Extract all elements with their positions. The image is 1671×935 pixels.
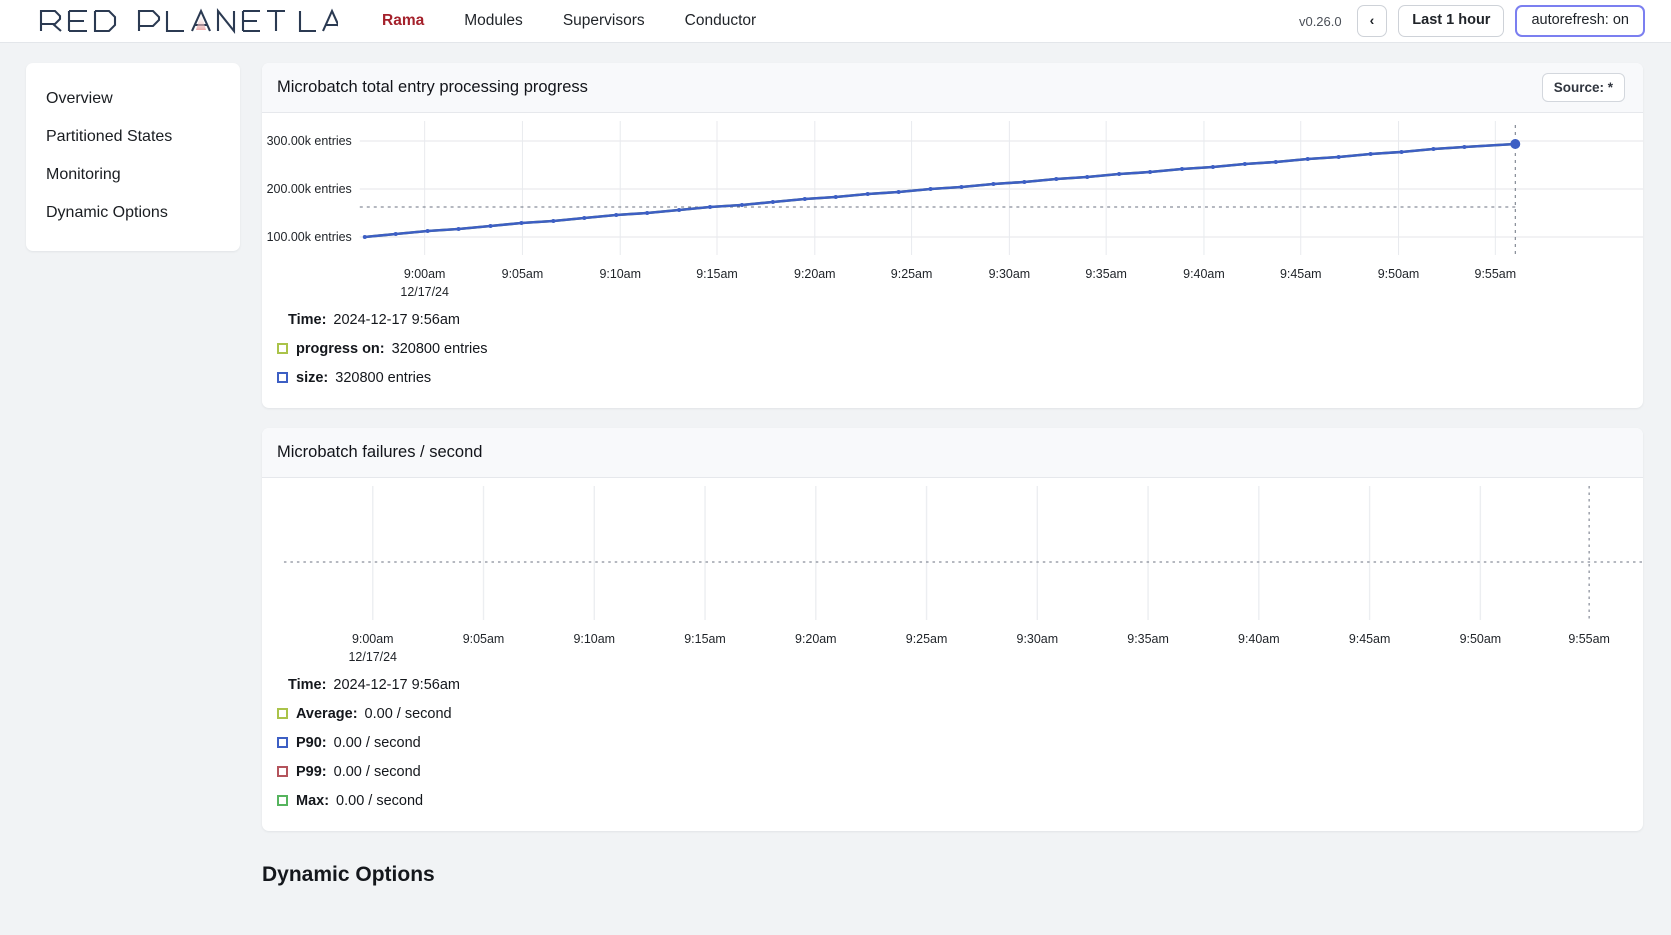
- readout-label: size:: [296, 369, 329, 386]
- xtick-label: 9:20am: [794, 267, 836, 281]
- readout-value: 2024-12-17 9:56am: [333, 676, 460, 693]
- top-navbar: Rama Modules Supervisors Conductor v0.26…: [0, 0, 1671, 43]
- xtick-label: 9:40am: [1183, 267, 1225, 281]
- main-content: Microbatch total entry processing progre…: [262, 63, 1643, 887]
- card-microbatch-progress: Microbatch total entry processing progre…: [262, 63, 1643, 408]
- readout-value: 320800 entries: [391, 340, 488, 357]
- sidebar-item-dynamic-options[interactable]: Dynamic Options: [26, 194, 240, 232]
- chart-readout-progress: Time: 2024-12-17 9:56am progress on: 320…: [262, 303, 1643, 408]
- xtick-label: 9:00am: [404, 267, 446, 281]
- readout-label: Average:: [296, 705, 358, 722]
- version-label: v0.26.0: [1298, 13, 1342, 29]
- readout-value: 320800 entries: [335, 369, 432, 386]
- readout-p90-row[interactable]: P90: 0.00 / second: [262, 728, 1643, 757]
- card-title: Microbatch failures / second: [277, 443, 483, 461]
- xtick-label: 9:55am: [1568, 632, 1610, 646]
- readout-average-row[interactable]: Average: 0.00 / second: [262, 699, 1643, 728]
- xtick-label: 9:15am: [696, 267, 738, 281]
- nav-link-rama[interactable]: Rama: [362, 8, 444, 34]
- readout-label: P99:: [296, 763, 327, 780]
- series-swatch-p90-icon[interactable]: [277, 737, 288, 748]
- readout-label: Time:: [288, 676, 327, 693]
- xtick-label: 9:45am: [1349, 632, 1391, 646]
- card-microbatch-failures: Microbatch failures / second 9:00am 9:05…: [262, 428, 1643, 831]
- primary-nav: Rama Modules Supervisors Conductor: [362, 8, 776, 34]
- xtick-label: 9:00am: [352, 632, 394, 646]
- chart-xtick-labels: 9:00am 9:05am 9:10am 9:15am 9:20am 9:25a…: [400, 267, 1516, 299]
- xtick-label: 9:15am: [684, 632, 726, 646]
- readout-value: 0.00 / second: [333, 734, 421, 751]
- readout-label: Time:: [288, 311, 327, 328]
- sidebar-item-partitioned-states[interactable]: Partitioned States: [26, 118, 240, 156]
- chart-date-label: 12/17/24: [349, 650, 398, 664]
- readout-value: 0.00 / second: [333, 763, 421, 780]
- series-swatch-max-icon[interactable]: [277, 795, 288, 806]
- readout-time-row: Time: 2024-12-17 9:56am: [262, 670, 1643, 699]
- xtick-label: 9:30am: [989, 267, 1031, 281]
- chart-ytick-labels: 300.00k entries 200.00k entries 100.00k …: [267, 134, 352, 244]
- autorefresh-toggle-button[interactable]: autorefresh: on: [1515, 5, 1645, 37]
- nav-link-conductor[interactable]: Conductor: [665, 8, 777, 34]
- red-planet-labs-logo-icon: [39, 8, 338, 34]
- navbar-right-controls: v0.26.0 ‹ Last 1 hour autorefresh: on: [1299, 5, 1645, 37]
- readout-value: 2024-12-17 9:56am: [333, 311, 460, 328]
- chart-date-label: 12/17/24: [400, 285, 449, 299]
- chart-progress-svg: 300.00k entries 200.00k entries 100.00k …: [267, 121, 1643, 299]
- series-swatch-average-icon[interactable]: [277, 708, 288, 719]
- chart-gridlines-vertical: [372, 486, 1482, 620]
- xtick-label: 9:45am: [1280, 267, 1322, 281]
- previous-range-button[interactable]: ‹: [1356, 5, 1388, 37]
- series-swatch-p99-icon[interactable]: [277, 766, 288, 777]
- xtick-label: 9:25am: [891, 267, 933, 281]
- xtick-label: 9:25am: [906, 632, 948, 646]
- readout-value: 0.00 / second: [364, 705, 452, 722]
- chart-failures-svg: 9:00am 9:05am 9:10am 9:15am 9:20am 9:25a…: [283, 486, 1643, 664]
- xtick-label: 9:35am: [1085, 267, 1127, 281]
- xtick-label: 9:05am: [463, 632, 505, 646]
- card-title: Microbatch total entry processing progre…: [277, 78, 588, 96]
- section-title-dynamic-options: Dynamic Options: [262, 863, 435, 886]
- chart-progress[interactable]: 300.00k entries 200.00k entries 100.00k …: [262, 113, 1643, 303]
- xtick-label: 9:10am: [574, 632, 616, 646]
- xtick-label: 9:50am: [1378, 267, 1420, 281]
- ytick-label: 300.00k entries: [267, 134, 352, 148]
- sidebar-item-overview[interactable]: Overview: [26, 80, 240, 118]
- readout-label: P90:: [296, 734, 327, 751]
- page-body: Overview Partitioned States Monitoring D…: [0, 43, 1671, 935]
- series-size-line: [364, 142, 1516, 239]
- chart-active-point: [1510, 139, 1521, 149]
- sidebar-item-monitoring[interactable]: Monitoring: [26, 156, 240, 194]
- series-swatch-size-icon[interactable]: [277, 372, 288, 383]
- xtick-label: 9:30am: [1017, 632, 1059, 646]
- readout-size-row[interactable]: size: 320800 entries: [262, 363, 1643, 392]
- xtick-label: 9:10am: [599, 267, 641, 281]
- readout-value: 0.00 / second: [336, 792, 424, 809]
- readout-max-row[interactable]: Max: 0.00 / second: [262, 786, 1643, 815]
- brand-logo[interactable]: [38, 8, 338, 34]
- xtick-label: 9:35am: [1127, 632, 1169, 646]
- sidebar: Overview Partitioned States Monitoring D…: [26, 63, 240, 251]
- card-header: Microbatch failures / second: [262, 428, 1643, 478]
- readout-progress-on-row[interactable]: progress on: 320800 entries: [262, 334, 1643, 363]
- xtick-label: 9:05am: [502, 267, 544, 281]
- readout-label: Max:: [296, 792, 330, 809]
- xtick-label: 9:20am: [795, 632, 837, 646]
- nav-link-supervisors[interactable]: Supervisors: [543, 8, 665, 34]
- card-header: Microbatch total entry processing progre…: [262, 63, 1643, 113]
- xtick-label: 9:55am: [1475, 267, 1517, 281]
- ytick-label: 200.00k entries: [267, 182, 352, 196]
- chart-xtick-labels: 9:00am 9:05am 9:10am 9:15am 9:20am 9:25a…: [349, 632, 1610, 664]
- xtick-label: 9:50am: [1460, 632, 1502, 646]
- chart-failures[interactable]: 9:00am 9:05am 9:10am 9:15am 9:20am 9:25a…: [262, 478, 1643, 668]
- chart-readout-failures: Time: 2024-12-17 9:56am Average: 0.00 / …: [262, 668, 1643, 831]
- readout-time-row: Time: 2024-12-17 9:56am: [262, 305, 1643, 334]
- time-range-button[interactable]: Last 1 hour: [1398, 5, 1505, 37]
- source-filter-button[interactable]: Source: *: [1541, 73, 1625, 102]
- readout-p99-row[interactable]: P99: 0.00 / second: [262, 757, 1643, 786]
- series-swatch-progress-on-icon[interactable]: [277, 343, 288, 354]
- nav-link-modules[interactable]: Modules: [444, 8, 543, 34]
- ytick-label: 100.00k entries: [267, 230, 352, 244]
- xtick-label: 9:40am: [1238, 632, 1280, 646]
- readout-label: progress on:: [296, 340, 385, 357]
